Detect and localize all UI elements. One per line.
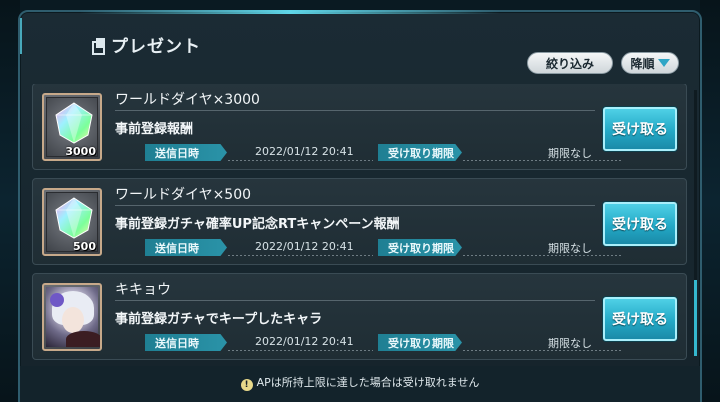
sent-date: 2022/01/12 20:41 xyxy=(255,145,354,158)
item-thumbnail: 500 xyxy=(42,188,102,256)
notice-text: APは所持上限に達した場合は受け取れません xyxy=(256,376,480,389)
sent-date-tag: 送信日時 xyxy=(145,334,227,351)
limit-value: 期限なし xyxy=(548,337,592,350)
item-thumbnail xyxy=(42,283,102,351)
item-thumbnail: 3000 xyxy=(42,93,102,161)
scrollbar-thumb[interactable] xyxy=(694,280,697,356)
item-divider xyxy=(115,300,595,301)
sent-date: 2022/01/12 20:41 xyxy=(255,335,354,348)
limit-tag: 受け取り期限 xyxy=(378,334,462,351)
background-left xyxy=(0,0,20,402)
item-quantity: 500 xyxy=(73,240,96,253)
page-title: プレゼント xyxy=(111,37,201,57)
background-right xyxy=(700,0,720,402)
character-portrait xyxy=(46,287,100,347)
receive-button[interactable]: 受け取る xyxy=(603,202,677,246)
present-item: キキョウ 事前登録ガチャでキープしたキャラ 送信日時 2022/01/12 20… xyxy=(32,273,687,360)
limit-value: 期限なし xyxy=(548,147,592,160)
item-description: 事前登録ガチャでキープしたキャラ xyxy=(115,312,323,327)
limit-value: 期限なし xyxy=(548,242,592,255)
limit-tag: 受け取り期限 xyxy=(378,239,462,256)
present-list-icon xyxy=(92,38,105,55)
item-divider xyxy=(115,205,595,206)
present-item: 3000 ワールドダイヤ×3000 事前登録報酬 送信日時 2022/01/12… xyxy=(32,84,687,170)
panel-corner-tab xyxy=(20,18,28,54)
sent-date: 2022/01/12 20:41 xyxy=(255,240,354,253)
panel-header: プレゼント xyxy=(92,32,201,57)
limit-tag: 受け取り期限 xyxy=(378,144,462,161)
diamond-icon xyxy=(55,102,93,144)
filter-button[interactable]: 絞り込み xyxy=(527,52,613,74)
present-list[interactable]: 3000 ワールドダイヤ×3000 事前登録報酬 送信日時 2022/01/12… xyxy=(32,84,687,362)
item-name: ワールドダイヤ×500 xyxy=(115,187,252,203)
sent-date-tag: 送信日時 xyxy=(145,239,227,256)
ap-limit-notice: ! APは所持上限に達した場合は受け取れません xyxy=(0,374,720,391)
item-description: 事前登録報酬 xyxy=(115,122,194,137)
sort-order-label: 降順 xyxy=(630,56,655,71)
panel-accent-line xyxy=(80,10,500,14)
item-description: 事前登録ガチャ確率UP記念RTキャンペーン報酬 xyxy=(115,217,400,232)
sort-order-button[interactable]: 降順 xyxy=(621,52,679,74)
item-name: ワールドダイヤ×3000 xyxy=(115,92,260,108)
item-quantity: 3000 xyxy=(65,145,96,158)
warning-icon: ! xyxy=(240,379,253,391)
receive-button[interactable]: 受け取る xyxy=(603,297,677,341)
item-divider xyxy=(115,110,595,111)
sent-date-tag: 送信日時 xyxy=(145,144,227,161)
chevron-down-icon xyxy=(657,59,670,67)
diamond-icon xyxy=(55,197,93,239)
item-name: キキョウ xyxy=(115,282,171,298)
present-item: 500 ワールドダイヤ×500 事前登録ガチャ確率UP記念RTキャンペーン報酬 … xyxy=(32,178,687,265)
receive-button[interactable]: 受け取る xyxy=(603,107,677,151)
